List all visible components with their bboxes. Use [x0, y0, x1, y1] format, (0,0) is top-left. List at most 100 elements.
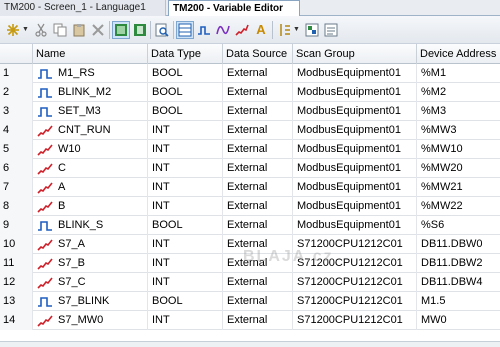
data-source-cell[interactable]: External: [223, 83, 293, 102]
scan-group-cell[interactable]: ModbusEquipment01: [293, 64, 417, 83]
row-number[interactable]: 13: [0, 292, 33, 311]
table-row[interactable]: 10 S7_A INT External S71200CPU1212C01 DB11.DB…: [0, 235, 500, 254]
table-row[interactable]: 8 B INT External ModbusEquipment01 %MW22: [0, 197, 500, 216]
variable-name-cell[interactable]: S7_BLINK: [33, 292, 148, 311]
table-view-icon[interactable]: [176, 21, 194, 39]
data-source-cell[interactable]: External: [223, 311, 293, 330]
column-header-data-type[interactable]: Data Type: [148, 44, 223, 64]
data-source-cell[interactable]: External: [223, 121, 293, 140]
row-number[interactable]: 1: [0, 64, 33, 83]
variable-name-cell[interactable]: C: [33, 159, 148, 178]
table-row[interactable]: 2 BLINK_M2 BOOL External ModbusEquipment01 %M…: [0, 83, 500, 102]
grid-view-icon[interactable]: [112, 21, 130, 39]
trend-filter-icon[interactable]: [233, 21, 251, 39]
row-number[interactable]: 5: [0, 140, 33, 159]
row-number[interactable]: 9: [0, 216, 33, 235]
table-row[interactable]: 4 CNT_RUN INT External ModbusEquipment01 %MW3: [0, 121, 500, 140]
scan-group-cell[interactable]: ModbusEquipment01: [293, 83, 417, 102]
variable-name-cell[interactable]: W10: [33, 140, 148, 159]
variable-name-cell[interactable]: S7_C: [33, 273, 148, 292]
scan-group-cell[interactable]: S71200CPU1212C01: [293, 235, 417, 254]
new-variable-icon[interactable]: [4, 21, 22, 39]
list-view-icon[interactable]: [131, 21, 149, 39]
device-address-cell[interactable]: %MW20: [417, 159, 500, 178]
scan-group-cell[interactable]: S71200CPU1212C01: [293, 311, 417, 330]
data-source-cell[interactable]: External: [223, 64, 293, 83]
data-type-cell[interactable]: INT: [148, 178, 223, 197]
table-row[interactable]: 14 S7_MW0 INT External S71200CPU1212C01 MW0: [0, 311, 500, 330]
data-type-cell[interactable]: BOOL: [148, 102, 223, 121]
row-number[interactable]: 4: [0, 121, 33, 140]
data-source-cell[interactable]: External: [223, 159, 293, 178]
sort-icon[interactable]: [275, 21, 293, 39]
device-address-cell[interactable]: %MW3: [417, 121, 500, 140]
scan-group-cell[interactable]: S71200CPU1212C01: [293, 254, 417, 273]
data-type-cell[interactable]: INT: [148, 197, 223, 216]
data-type-cell[interactable]: INT: [148, 273, 223, 292]
tab-screen-1[interactable]: TM200 - Screen_1 - Language1: [0, 0, 166, 16]
device-address-cell[interactable]: M1.5: [417, 292, 500, 311]
column-header-data-source[interactable]: Data Source: [223, 44, 293, 64]
data-source-cell[interactable]: External: [223, 292, 293, 311]
table-row[interactable]: 13 S7_BLINK BOOL External S71200CPU1212C01 M1…: [0, 292, 500, 311]
data-type-cell[interactable]: INT: [148, 311, 223, 330]
data-source-cell[interactable]: External: [223, 178, 293, 197]
data-type-cell[interactable]: BOOL: [148, 83, 223, 102]
data-type-cell[interactable]: INT: [148, 254, 223, 273]
scan-group-cell[interactable]: ModbusEquipment01: [293, 102, 417, 121]
copy-icon[interactable]: [51, 21, 69, 39]
scan-group-cell[interactable]: ModbusEquipment01: [293, 159, 417, 178]
row-number[interactable]: 11: [0, 254, 33, 273]
variable-name-cell[interactable]: S7_MW0: [33, 311, 148, 330]
variable-name-cell[interactable]: BLINK_M2: [33, 83, 148, 102]
data-type-cell[interactable]: INT: [148, 159, 223, 178]
row-number[interactable]: 2: [0, 83, 33, 102]
delete-icon[interactable]: [89, 21, 107, 39]
table-row[interactable]: 11 S7_B INT External S71200CPU1212C01 DB11.DB…: [0, 254, 500, 273]
data-type-cell[interactable]: INT: [148, 121, 223, 140]
device-address-cell[interactable]: %M3: [417, 102, 500, 121]
variable-name-cell[interactable]: A: [33, 178, 148, 197]
data-source-cell[interactable]: External: [223, 273, 293, 292]
paste-icon[interactable]: [70, 21, 88, 39]
tab-variable-editor[interactable]: TM200 - Variable Editor: [168, 0, 300, 17]
horizontal-scrollbar[interactable]: [0, 341, 500, 347]
variable-name-cell[interactable]: BLINK_S: [33, 216, 148, 235]
device-address-cell[interactable]: %MW10: [417, 140, 500, 159]
row-number[interactable]: 14: [0, 311, 33, 330]
column-header-scan-group[interactable]: Scan Group: [293, 44, 417, 64]
table-row[interactable]: 7 A INT External ModbusEquipment01 %MW21: [0, 178, 500, 197]
data-type-cell[interactable]: BOOL: [148, 64, 223, 83]
table-row[interactable]: 5 W10 INT External ModbusEquipment01 %MW10: [0, 140, 500, 159]
device-address-cell[interactable]: %M1: [417, 64, 500, 83]
table-row[interactable]: 6 C INT External ModbusEquipment01 %MW20: [0, 159, 500, 178]
variable-name-cell[interactable]: B: [33, 197, 148, 216]
device-address-cell[interactable]: %S6: [417, 216, 500, 235]
device-address-cell[interactable]: %MW22: [417, 197, 500, 216]
scan-group-cell[interactable]: ModbusEquipment01: [293, 140, 417, 159]
new-variable-dropdown-icon[interactable]: ▼: [22, 21, 29, 39]
variable-name-cell[interactable]: S7_A: [33, 235, 148, 254]
data-type-cell[interactable]: INT: [148, 140, 223, 159]
sort-dropdown-icon[interactable]: ▼: [293, 21, 300, 39]
variable-name-cell[interactable]: M1_RS: [33, 64, 148, 83]
import-icon[interactable]: [322, 21, 340, 39]
scan-group-cell[interactable]: ModbusEquipment01: [293, 216, 417, 235]
data-source-cell[interactable]: External: [223, 102, 293, 121]
data-type-cell[interactable]: BOOL: [148, 216, 223, 235]
row-number[interactable]: 10: [0, 235, 33, 254]
table-row[interactable]: 3 SET_M3 BOOL External ModbusEquipment01 %M3: [0, 102, 500, 121]
data-source-cell[interactable]: External: [223, 254, 293, 273]
cut-icon[interactable]: [32, 21, 50, 39]
scan-group-cell[interactable]: ModbusEquipment01: [293, 178, 417, 197]
row-number[interactable]: 6: [0, 159, 33, 178]
find-icon[interactable]: [153, 21, 171, 39]
column-header-name[interactable]: Name: [33, 44, 148, 64]
device-address-cell[interactable]: MW0: [417, 311, 500, 330]
table-row[interactable]: 1 M1_RS BOOL External ModbusEquipment01 %M1: [0, 64, 500, 83]
data-source-cell[interactable]: External: [223, 197, 293, 216]
table-row[interactable]: 12 S7_C INT External S71200CPU1212C01 DB11.DB…: [0, 273, 500, 292]
scan-group-cell[interactable]: S71200CPU1212C01: [293, 292, 417, 311]
scan-group-cell[interactable]: ModbusEquipment01: [293, 121, 417, 140]
text-filter-icon[interactable]: A: [252, 21, 270, 39]
